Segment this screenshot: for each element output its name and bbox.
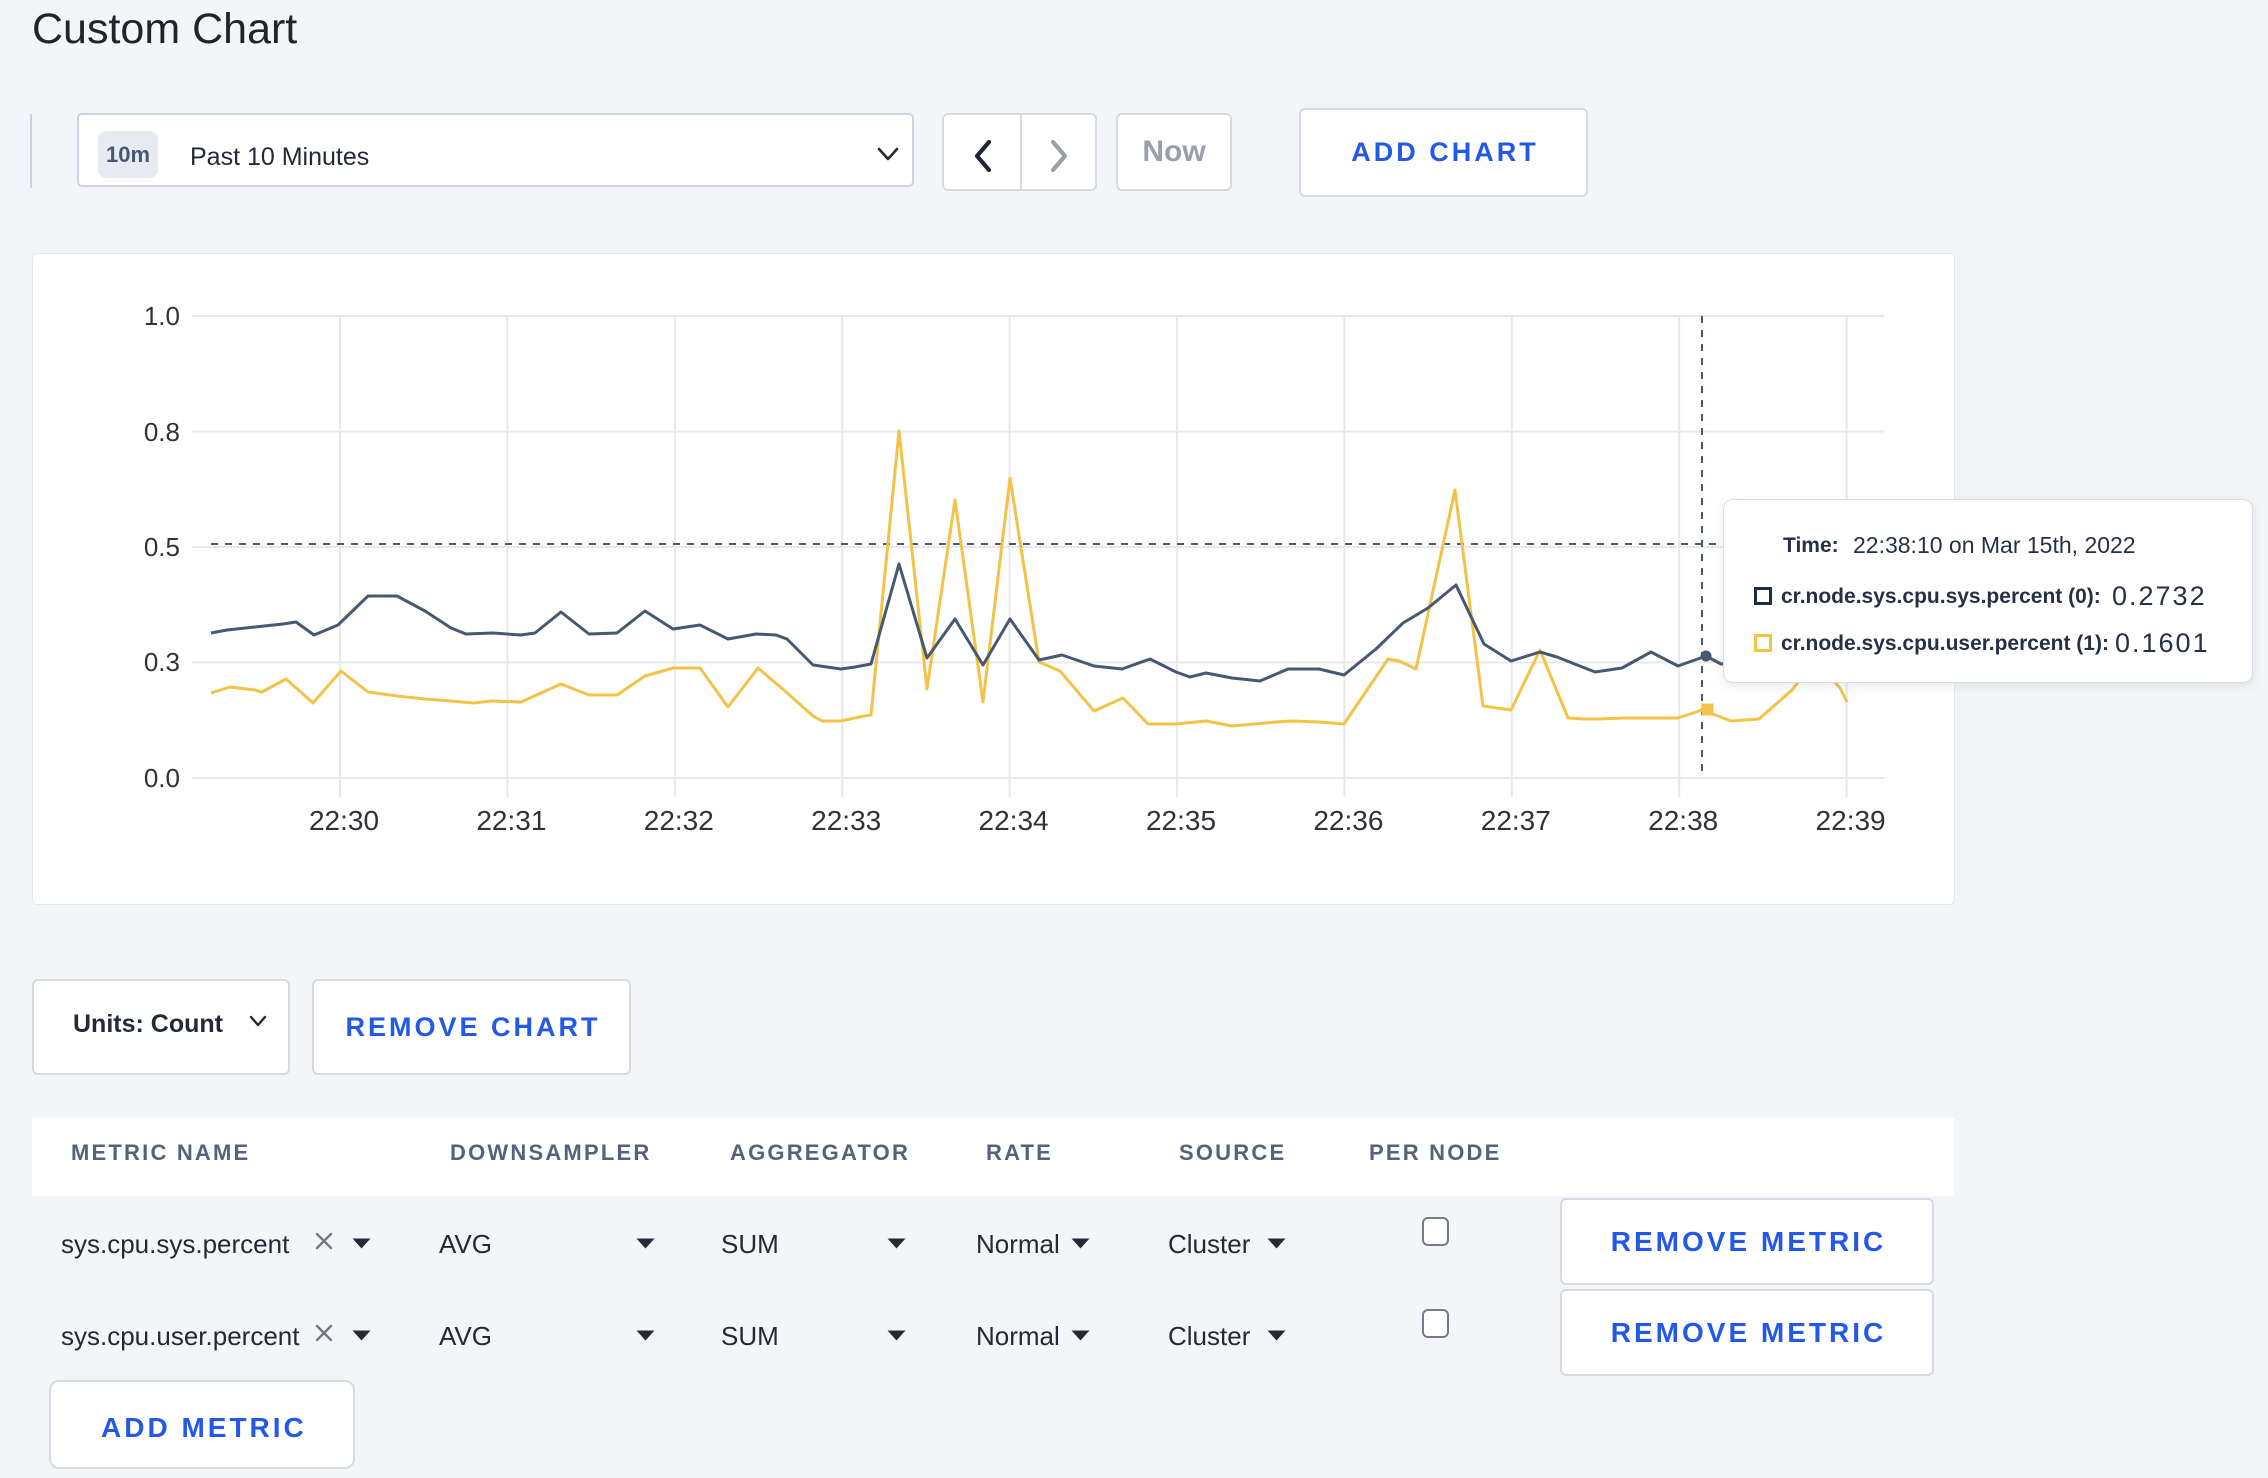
svg-text:0.0: 0.0 [144, 763, 180, 793]
svg-text:0.8: 0.8 [144, 417, 180, 447]
svg-text:0.3: 0.3 [144, 647, 180, 677]
svg-text:22:30: 22:30 [309, 805, 379, 836]
svg-text:22:36: 22:36 [1313, 805, 1383, 836]
svg-text:1.0: 1.0 [144, 301, 180, 331]
svg-text:22:31: 22:31 [476, 805, 546, 836]
svg-text:22:34: 22:34 [979, 805, 1049, 836]
svg-text:22:39: 22:39 [1816, 805, 1886, 836]
svg-text:22:33: 22:33 [811, 805, 881, 836]
svg-text:22:37: 22:37 [1481, 805, 1551, 836]
svg-text:0.5: 0.5 [144, 532, 180, 562]
svg-text:22:32: 22:32 [644, 805, 714, 836]
svg-text:22:35: 22:35 [1146, 805, 1216, 836]
svg-text:22:38: 22:38 [1648, 805, 1718, 836]
